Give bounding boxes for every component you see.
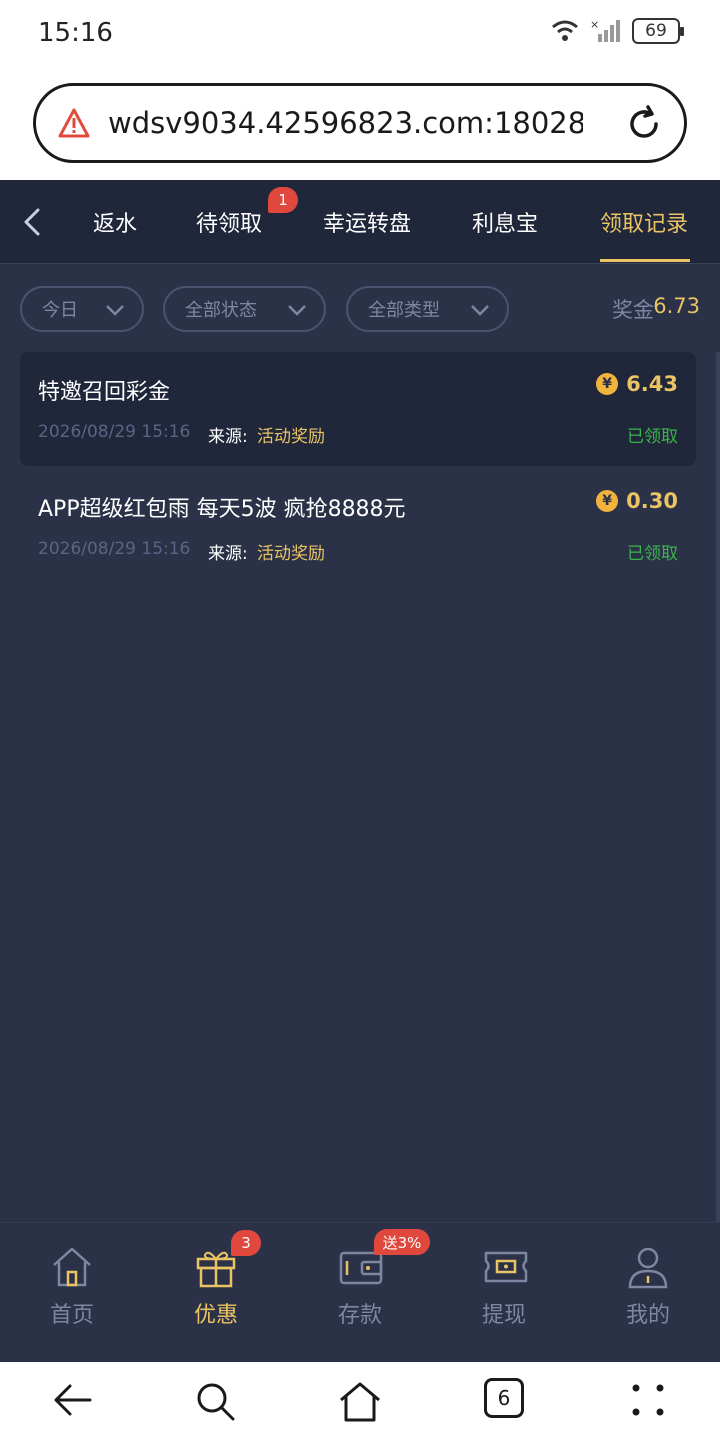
prize-value: 6.73 [653, 294, 700, 318]
record-amount: ¥ 0.30 [596, 489, 678, 513]
status-icons: × 69 [550, 18, 684, 44]
tab-lucky-wheel[interactable]: 幸运转盘 [323, 180, 411, 264]
status-filter[interactable]: 全部状态 [163, 286, 326, 332]
scrollbar[interactable] [716, 352, 720, 1222]
record-source: 活动奖励 [257, 427, 325, 447]
record-amount-value: 0.30 [626, 489, 678, 513]
status-filter-label: 全部状态 [185, 300, 257, 321]
date-filter[interactable]: 今日 [20, 286, 144, 332]
browser-back-icon[interactable] [50, 1380, 94, 1420]
prize-label: 奖金 [612, 298, 654, 322]
reload-icon[interactable] [624, 104, 664, 144]
record-source-label: 来源: [208, 427, 248, 447]
search-icon[interactable] [194, 1380, 238, 1424]
address-bar[interactable]: wdsv9034.42596823.com:18028/h [33, 83, 687, 163]
record-date: 2026/08/29 15:16 [38, 422, 191, 442]
battery-icon: 69 [632, 18, 684, 44]
home-icon [53, 1247, 91, 1287]
nav-profile-label: 我的 [625, 1303, 670, 1328]
chevron-down-icon [471, 305, 489, 316]
coin-icon: ¥ [596, 373, 619, 395]
tab-interest[interactable]: 利息宝 [472, 180, 538, 264]
tab-rebate[interactable]: 返水 [93, 180, 137, 264]
nav-withdraw[interactable]: 提现 [432, 1223, 576, 1363]
promotions-badge: 3 [231, 1230, 261, 1256]
nav-promotions[interactable]: 优惠 [144, 1223, 288, 1363]
browser-chrome-top: 15:16 × 69 wdsv9034.42596823.com:18028/h [0, 0, 720, 180]
withdraw-icon [484, 1251, 528, 1283]
browser-toolbar: 6 [0, 1362, 720, 1443]
svg-text:×: × [590, 18, 599, 31]
url-text[interactable]: wdsv9034.42596823.com:18028/h [108, 106, 583, 140]
tab-claim-records[interactable]: 领取记录 [600, 180, 688, 264]
record-status: 已领取 [627, 544, 678, 564]
signal-icon: × [590, 18, 620, 42]
bottom-nav: 首页 优惠 存款 提现 我的 [0, 1222, 720, 1362]
type-filter[interactable]: 全部类型 [346, 286, 509, 332]
record-source: 活动奖励 [257, 544, 325, 564]
tab-nav: 返水 待领取 幸运转盘 利息宝 领取记录 [0, 180, 720, 264]
back-arrow-icon[interactable] [18, 204, 46, 240]
record-item[interactable]: 特邀召回彩金 ¥ 6.43 2026/08/29 15:16 来源: 活动奖励 … [20, 352, 696, 466]
type-filter-label: 全部类型 [368, 300, 440, 321]
record-item[interactable]: APP超级红包雨 每天5波 疯抢8888元 ¥ 0.30 2026/08/29 … [20, 469, 696, 583]
tabs-count-button[interactable]: 6 [484, 1378, 524, 1418]
nav-home-label: 首页 [49, 1303, 94, 1328]
pending-badge: 1 [268, 187, 298, 213]
record-amount-value: 6.43 [626, 372, 678, 396]
record-status: 已领取 [627, 427, 678, 447]
coin-icon: ¥ [596, 490, 619, 512]
nav-profile[interactable]: 我的 [576, 1223, 720, 1363]
record-title: 特邀召回彩金 [38, 380, 171, 405]
record-title: APP超级红包雨 每天5波 疯抢8888元 [38, 497, 406, 522]
nav-promotions-label: 优惠 [193, 1303, 238, 1328]
record-date: 2026/08/29 15:16 [38, 539, 191, 559]
status-time: 15:16 [38, 18, 113, 48]
user-icon [628, 1247, 668, 1289]
home-icon[interactable] [337, 1380, 383, 1424]
tab-pending[interactable]: 待领取 [196, 180, 262, 264]
active-tab-indicator [600, 259, 690, 262]
date-filter-label: 今日 [42, 300, 78, 321]
nav-home[interactable]: 首页 [0, 1223, 144, 1363]
wifi-icon [552, 20, 578, 41]
chevron-down-icon [288, 305, 306, 316]
filter-row: 今日 全部状态 全部类型 奖金 6.73 [0, 264, 720, 352]
warning-icon[interactable] [58, 108, 90, 138]
deposit-bonus-badge: 送3% [374, 1229, 430, 1255]
more-menu-icon[interactable] [628, 1380, 668, 1420]
nav-withdraw-label: 提现 [481, 1303, 526, 1328]
nav-deposit-label: 存款 [337, 1303, 382, 1328]
record-source-label: 来源: [208, 544, 248, 564]
chevron-down-icon [106, 305, 124, 316]
record-amount: ¥ 6.43 [596, 372, 678, 396]
